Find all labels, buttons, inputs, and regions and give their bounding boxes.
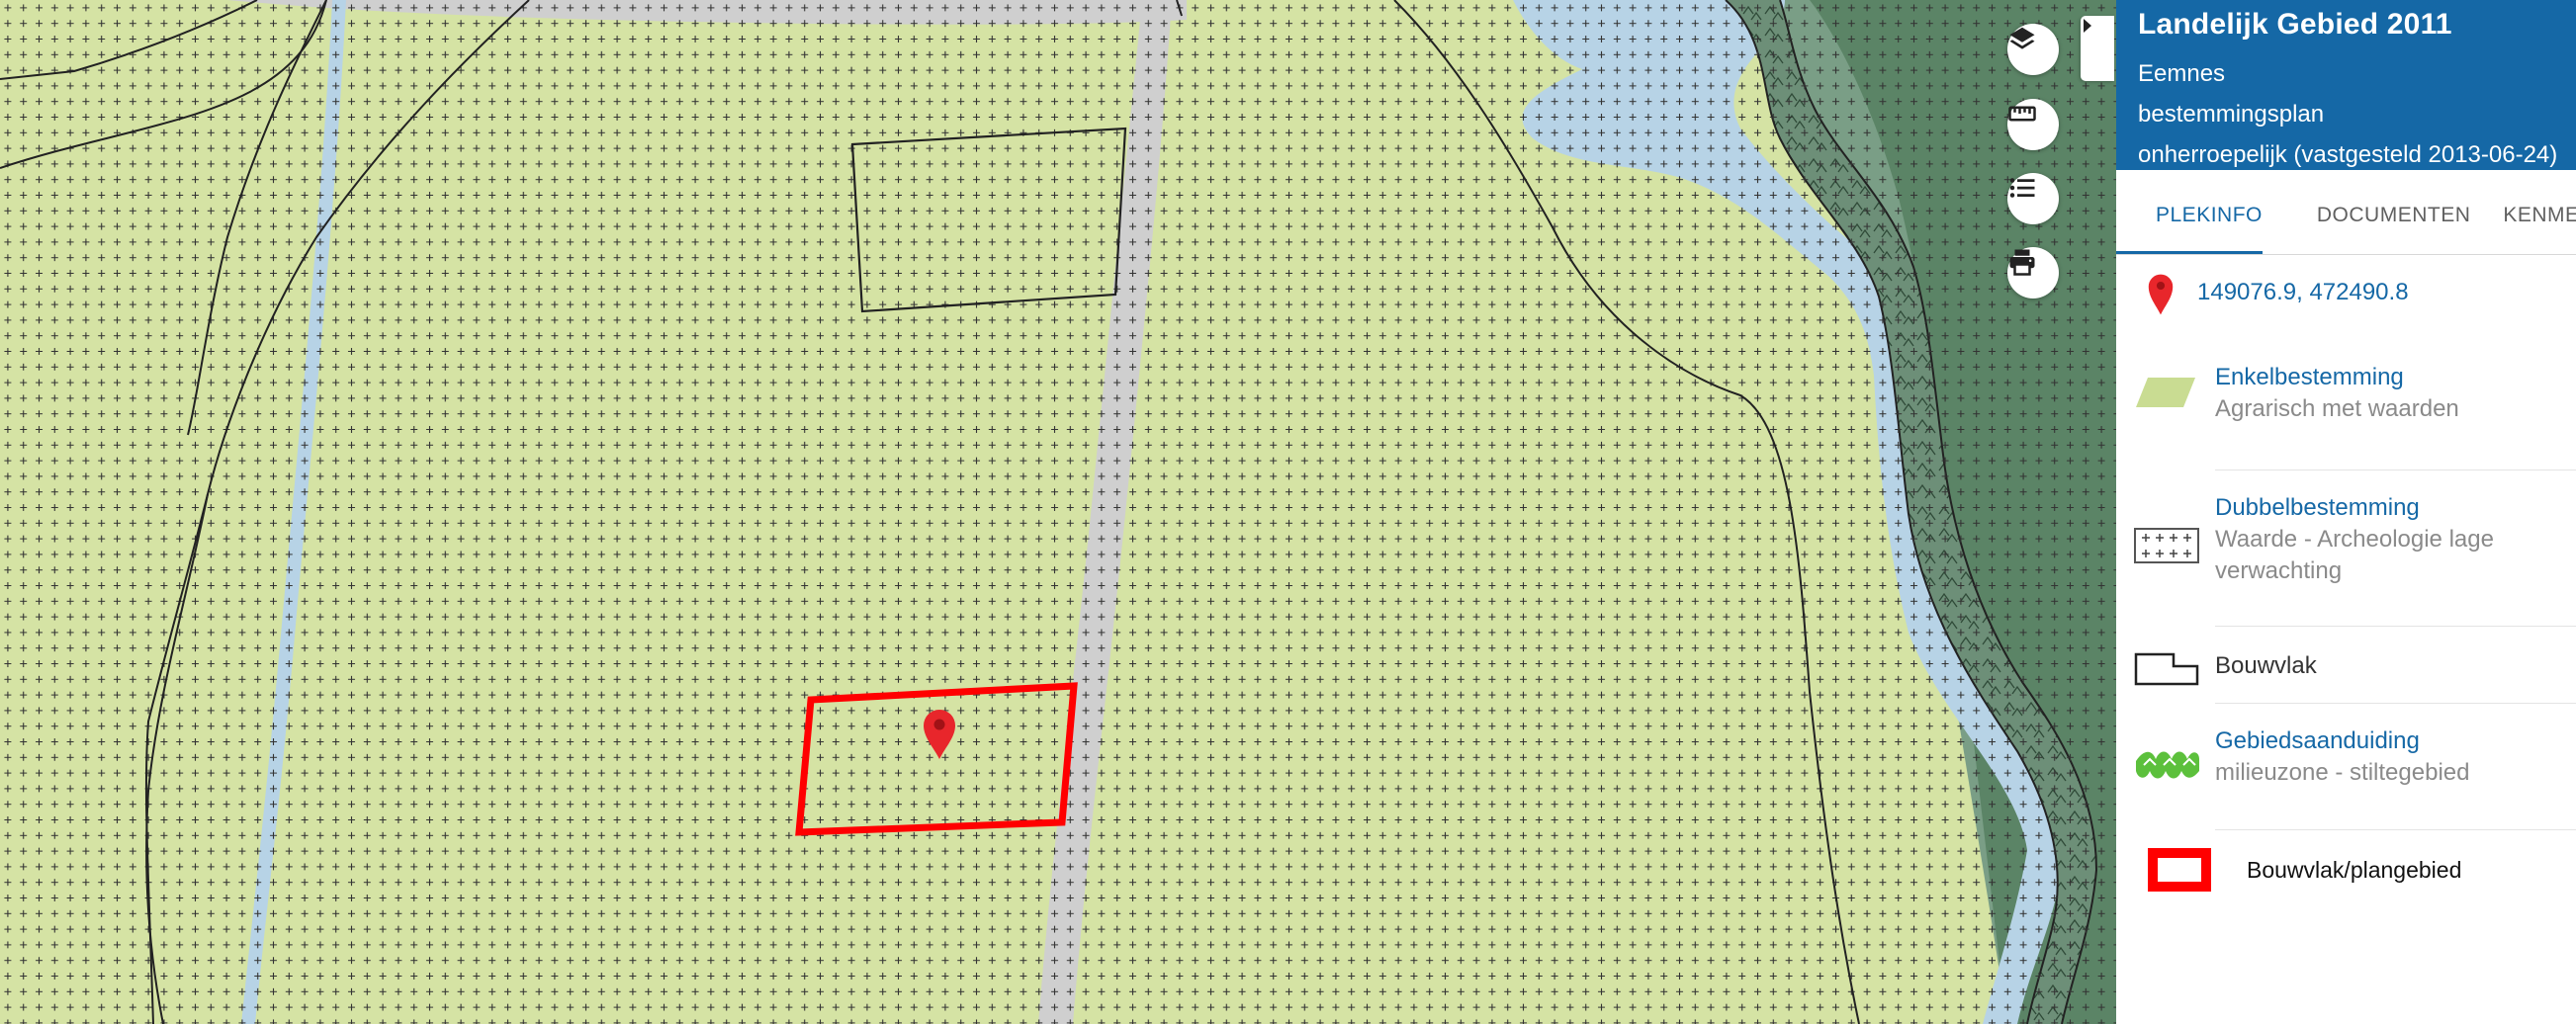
legend-title[interactable]: Dubbelbestemming: [2215, 492, 2576, 524]
info-panel: Landelijk Gebied 2011 Eemnes bestemmings…: [2116, 0, 2576, 1024]
chevron-right-icon: [2084, 19, 2091, 33]
archaeology-hatch: [0, 0, 2116, 1024]
parallelogram-swatch-icon: [2136, 378, 2195, 407]
legend-bouwvlak: Bouwvlak: [2134, 627, 2576, 704]
tab-kenmerken[interactable]: KENMERKEN: [2470, 170, 2576, 254]
plan-municipality: Eemnes: [2138, 60, 2226, 87]
location-coordinates: 149076.9, 472490.8: [2116, 255, 2576, 344]
layers-icon: [2009, 27, 2035, 49]
list-icon: [2009, 178, 2035, 198]
printer-icon: [2009, 249, 2035, 276]
legend-dubbelbestemming: Dubbelbestemming Waarde - Archeologie la…: [2134, 470, 2576, 627]
plan-status: onherroepelijk (vastgesteld 2013-06-24): [2138, 141, 2558, 168]
plan-type: bestemmingsplan: [2138, 101, 2325, 128]
legend-label: Bouwvlak: [2215, 652, 2317, 679]
map-pin-icon: [2148, 274, 2174, 315]
measure-button[interactable]: [2007, 99, 2059, 150]
building-outline-icon: [2134, 652, 2199, 686]
legend-enkelbestemming: Enkelbestemming Agrarisch met waarden: [2136, 344, 2576, 470]
legend-plangebied: Bouwvlak/plangebied: [2148, 830, 2576, 909]
plan-title: Landelijk Gebied 2011: [2138, 8, 2452, 41]
ruler-icon: [2008, 106, 2036, 122]
tab-documenten[interactable]: DOCUMENTEN: [2263, 170, 2471, 254]
plan-header: Landelijk Gebied 2011 Eemnes bestemmings…: [2116, 0, 2576, 170]
print-button[interactable]: [2007, 247, 2059, 299]
legend-title[interactable]: Gebiedsaanduiding: [2215, 725, 2576, 757]
map-canvas[interactable]: [0, 0, 2116, 1024]
zigzag-band-icon: [2136, 751, 2199, 779]
panel-toggle-button[interactable]: [2081, 16, 2114, 81]
legend-value: Waarde - Archeologie lage verwachting: [2215, 526, 2494, 584]
tab-bar: PLEKINFO DOCUMENTEN KENMERKEN: [2116, 170, 2576, 255]
tab-plekinfo[interactable]: PLEKINFO: [2116, 170, 2263, 254]
coordinates-text[interactable]: 149076.9, 472490.8: [2197, 279, 2409, 306]
legend-label: Bouwvlak/plangebied: [2247, 857, 2462, 883]
legend-gebiedsaanduiding: Gebiedsaanduiding milieuzone - stiltegeb…: [2136, 704, 2576, 830]
legend-button[interactable]: [2007, 173, 2059, 224]
red-rectangle-icon: [2148, 848, 2211, 892]
legend-title[interactable]: Enkelbestemming: [2215, 362, 2576, 393]
crosshatch-swatch-icon: [2134, 528, 2199, 563]
legend-value: Agrarisch met waarden: [2215, 395, 2459, 422]
layers-button[interactable]: [2007, 24, 2059, 75]
plan-map[interactable]: [0, 0, 2116, 1024]
legend-value: milieuzone - stiltegebied: [2215, 759, 2470, 786]
